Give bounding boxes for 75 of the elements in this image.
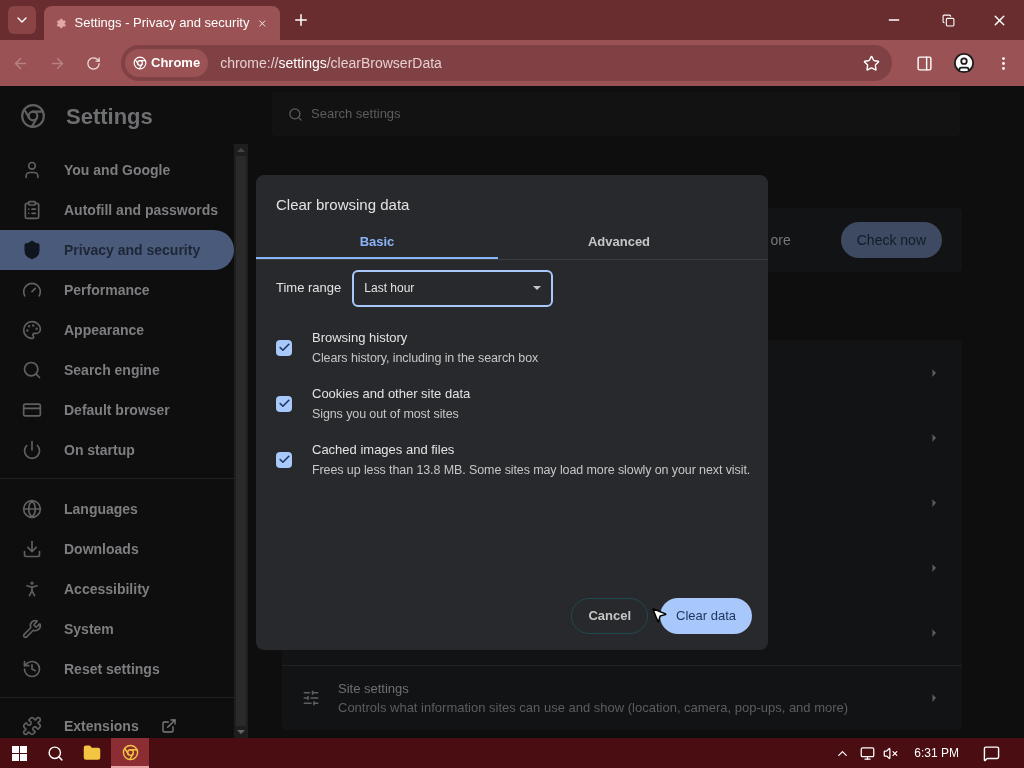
site-settings-title: Site settings bbox=[338, 679, 410, 698]
search-icon bbox=[288, 106, 303, 122]
browser-tab[interactable]: Settings - Privacy and security bbox=[44, 6, 280, 40]
option-description: Clears history, including in the search box bbox=[312, 349, 539, 367]
browser-window-icon bbox=[22, 400, 42, 420]
person-icon bbox=[22, 160, 42, 180]
browser-taskbar-button[interactable] bbox=[111, 738, 149, 768]
shield-icon bbox=[22, 240, 42, 260]
tab-title: Settings - Privacy and security bbox=[74, 14, 250, 33]
sidebar-item[interactable]: Appearance bbox=[0, 310, 234, 350]
external-link-icon bbox=[160, 718, 177, 734]
palette-icon bbox=[22, 320, 42, 340]
mouse-cursor-icon bbox=[650, 606, 668, 624]
settings-title: Settings bbox=[66, 102, 153, 131]
sidebar-item[interactable]: Accessibility bbox=[0, 569, 234, 609]
sidebar-item[interactable]: Languages bbox=[0, 489, 234, 529]
download-icon bbox=[22, 539, 42, 559]
reload-icon[interactable] bbox=[86, 55, 101, 71]
site-settings-row[interactable]: Site settings Controls what information sites can use and show (location, camera, pop-ups, and more) bbox=[282, 666, 962, 730]
sidebar-item[interactable]: You and Google bbox=[0, 150, 234, 190]
checkbox[interactable] bbox=[276, 395, 292, 412]
clock-time[interactable]: 6:31 PM bbox=[914, 744, 959, 762]
checkbox[interactable] bbox=[276, 339, 292, 356]
network-icon[interactable] bbox=[860, 745, 876, 761]
bookmark-star-icon[interactable] bbox=[863, 54, 880, 72]
chrome-logo-icon bbox=[20, 103, 46, 129]
tab-search-button[interactable] bbox=[8, 6, 36, 34]
profile-icon[interactable] bbox=[953, 52, 975, 74]
new-tab-icon[interactable] bbox=[292, 11, 310, 29]
muted-speaker-icon[interactable] bbox=[883, 745, 899, 761]
sidebar-item[interactable]: On startup bbox=[0, 430, 234, 470]
scrollbar[interactable] bbox=[234, 144, 248, 738]
checkbox[interactable] bbox=[276, 451, 292, 468]
sidebar-item[interactable]: Reset settings bbox=[0, 649, 234, 689]
option-title: Cached images and files bbox=[312, 440, 456, 459]
globe-icon bbox=[22, 499, 42, 519]
sidebar-item[interactable]: Performance bbox=[0, 270, 234, 310]
dialog-title: Clear browsing data bbox=[276, 195, 411, 215]
chrome-logo-icon bbox=[133, 56, 147, 70]
dropdown-arrow-icon bbox=[533, 286, 542, 290]
sidebar-item[interactable]: System bbox=[0, 609, 234, 649]
dialog-tab[interactable]: Advanced bbox=[498, 226, 740, 259]
power-icon bbox=[22, 440, 42, 460]
sidebar-item[interactable]: Search engine bbox=[0, 350, 234, 390]
option-title: Cookies and other site data bbox=[312, 384, 471, 403]
option-title: Browsing history bbox=[312, 328, 409, 347]
time-range-dropdown[interactable]: Last hour bbox=[352, 269, 554, 307]
clear-data-button[interactable]: Clear data bbox=[660, 598, 752, 634]
restore-icon[interactable] bbox=[942, 13, 955, 27]
clipboard-icon bbox=[22, 200, 42, 220]
side-panel-icon[interactable] bbox=[916, 54, 933, 72]
sidebar-item[interactable]: Extensions bbox=[0, 706, 234, 746]
safety-card-text: ore bbox=[770, 230, 791, 250]
site-chip[interactable]: Chrome bbox=[125, 49, 209, 77]
puzzle-icon bbox=[22, 716, 42, 736]
sidebar-item[interactable]: Downloads bbox=[0, 529, 234, 569]
url-text: chrome://settings/clearBrowserData bbox=[220, 53, 443, 73]
gauge-icon bbox=[22, 280, 42, 300]
folder-icon[interactable] bbox=[83, 744, 101, 762]
option-description: Frees up less than 13.8 MB. Some sites may load more slowly on your next visit. bbox=[312, 461, 751, 479]
search-icon bbox=[22, 360, 42, 380]
sliders-icon bbox=[302, 689, 320, 707]
dialog-tab[interactable]: Basic bbox=[256, 226, 498, 259]
sidebar-item[interactable]: Default browser bbox=[0, 390, 234, 430]
option-description: Signs you out of most sites bbox=[312, 405, 460, 423]
search-field[interactable]: Search settings bbox=[272, 92, 960, 136]
site-settings-description: Controls what information sites can use and show (location, camera, pop-ups, and more) bbox=[338, 699, 850, 717]
notifications-icon[interactable] bbox=[983, 744, 1000, 762]
search-icon[interactable] bbox=[47, 744, 64, 762]
wrench-icon bbox=[22, 619, 42, 639]
chrome-logo-icon bbox=[121, 743, 139, 761]
address-bar[interactable]: Chrome chrome://settings/clearBrowserData bbox=[121, 45, 892, 81]
time-range-label: Time range bbox=[276, 279, 342, 298]
history-icon bbox=[22, 659, 42, 679]
sidebar-item[interactable]: Autofill and passwords bbox=[0, 190, 234, 230]
